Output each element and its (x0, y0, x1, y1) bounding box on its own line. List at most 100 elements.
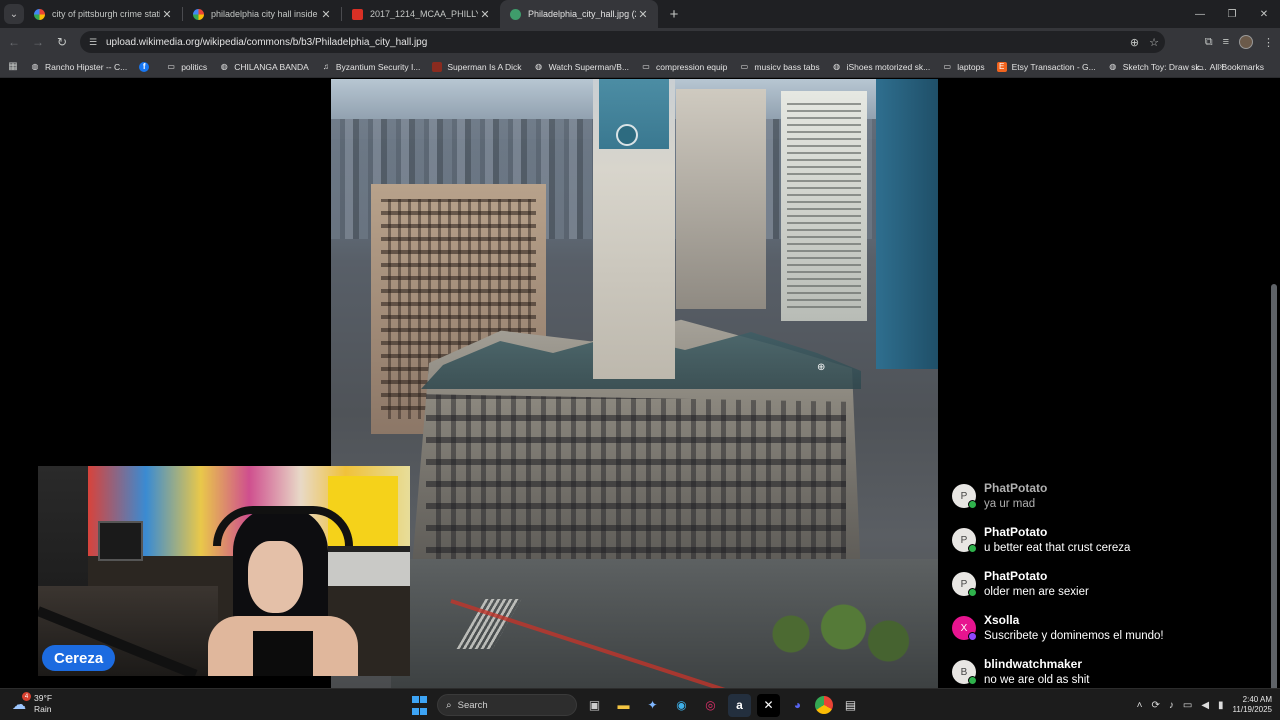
bookmark-item[interactable]: ♫ Byzantium Security I... (315, 62, 427, 72)
bookmark-item[interactable]: Superman Is A Dick (426, 61, 527, 72)
extensions-icon[interactable]: ⧉ (1205, 36, 1213, 49)
zoom-icon[interactable]: ⊕ (1130, 36, 1139, 49)
clock-date: 11/19/2025 (1232, 705, 1272, 714)
window-controls: — ❐ ✕ (1184, 0, 1280, 28)
chat-username: blindwatchmaker (984, 657, 1083, 671)
verified-badge-icon (968, 676, 977, 685)
bookmark-item[interactable]: E Etsy Transaction - G... (991, 61, 1102, 72)
tab-title: philadelphia city hall inside phi (211, 9, 319, 19)
site-info-icon[interactable]: ☰ (86, 35, 100, 49)
globe-icon: ◍ (833, 62, 841, 71)
bookmark-label: CHILANGA BANDA (234, 61, 309, 72)
bookmark-item[interactable]: f (133, 61, 160, 72)
photo-building (676, 89, 766, 309)
bookmark-label: laptops (957, 61, 985, 72)
edge-icon[interactable]: ◉ (670, 694, 693, 717)
menu-kebab-icon[interactable]: ⋮ (1263, 36, 1274, 49)
chat-text: no we are old as shit (984, 674, 1090, 686)
chat-username: PhatPotato (984, 525, 1048, 539)
tab-title: city of pittsburgh crime statisti (52, 9, 160, 19)
globe-icon: ◍ (535, 62, 543, 71)
bookmark-label: Superman Is A Dick (447, 61, 522, 72)
tab-title: 2017_1214_MCAA_PHILLY_CITY (370, 9, 478, 19)
close-window-icon[interactable]: ✕ (1248, 0, 1280, 28)
tab-mcaa-pdf[interactable]: 2017_1214_MCAA_PHILLY_CITY ✕ (342, 0, 500, 28)
apps-grid-icon[interactable]: ▦ (2, 61, 24, 72)
sync-icon[interactable]: ⟳ (1151, 700, 1159, 711)
chat-message: P PhatPotato ya ur mad (950, 481, 1250, 525)
bookmark-item[interactable]: ◍ Watch Superman/B... (528, 62, 635, 72)
tab-search-button[interactable]: ⌄ (4, 4, 24, 24)
bookmark-star-icon[interactable]: ☆ (1149, 36, 1159, 49)
media-controls-icon[interactable]: ≡ (1223, 36, 1229, 48)
search-icon: ⌕ (446, 699, 452, 711)
chat-text: older men are sexier (984, 586, 1089, 598)
bookmark-folder[interactable]: ▭ musicv bass tabs (733, 62, 825, 72)
search-placeholder: Search (457, 699, 488, 711)
verified-badge-icon (968, 544, 977, 553)
page-scrollbar[interactable] (1271, 284, 1277, 688)
chevron-up-icon[interactable]: ˄ (1137, 700, 1143, 711)
bookmark-label: Etsy Transaction - G... (1011, 61, 1096, 72)
weather-temperature: 39°F (34, 693, 53, 703)
weather-widget[interactable]: ☁ 4 39°F Rain (10, 692, 53, 715)
instagram-icon[interactable]: ◎ (699, 694, 722, 717)
bookmark-item[interactable]: ◍ Rancho Hipster -- C... (24, 62, 133, 72)
streamer-top (253, 631, 313, 676)
tab-philadelphia-image[interactable]: Philadelphia_city_hall.jpg (2632 ✕ (500, 0, 658, 28)
chrome-icon[interactable] (815, 696, 833, 714)
globe-icon: ◍ (31, 62, 39, 71)
bookmark-label: iShoes motorized sk... (846, 61, 931, 72)
streamer-nametag: Cereza (42, 645, 116, 671)
bookmark-item[interactable]: ◍ iShoes motorized sk... (826, 62, 937, 72)
all-bookmarks-button[interactable]: ▭ All Bookmarks (1189, 56, 1270, 78)
reload-icon[interactable]: ↻ (50, 30, 74, 54)
notification-badge: 4 (22, 692, 31, 701)
bookmark-folder[interactable]: ▭ laptops (936, 62, 990, 72)
etsy-icon: E (996, 61, 1007, 72)
back-arrow-icon[interactable]: ← (2, 30, 26, 54)
task-view-icon[interactable]: ▣ (583, 694, 606, 717)
google-icon (34, 8, 45, 20)
forward-arrow-icon[interactable]: → (26, 30, 50, 54)
weather-description: Rain (34, 704, 52, 714)
volume-icon[interactable]: ◀ (1201, 700, 1209, 711)
address-bar[interactable]: ☰ upload.wikimedia.org/wikipedia/commons… (80, 31, 1165, 53)
copilot-icon[interactable]: ✦ (641, 694, 664, 717)
minimize-icon[interactable]: — (1184, 0, 1216, 28)
discord-icon[interactable]: ◕ (786, 694, 809, 717)
bookmark-folder[interactable]: ▭ politics (160, 62, 213, 72)
restore-icon[interactable]: ❐ (1216, 0, 1248, 28)
close-icon[interactable]: ✕ (319, 8, 333, 21)
url-text[interactable]: upload.wikimedia.org/wikipedia/commons/b… (106, 37, 427, 48)
bookmark-label: politics (181, 61, 208, 72)
avatar-initial: P (960, 578, 968, 590)
tab-philadelphia-city-hall[interactable]: philadelphia city hall inside phi ✕ (183, 0, 341, 28)
close-icon[interactable]: ✕ (160, 8, 174, 21)
globe-icon: ◍ (220, 62, 228, 71)
bookmark-item[interactable]: ◍ CHILANGA BANDA (213, 62, 315, 72)
profile-avatar[interactable] (1239, 35, 1253, 49)
x-icon[interactable]: ✕ (757, 693, 780, 717)
folder-icon: ▭ (167, 62, 175, 71)
close-icon[interactable]: ✕ (636, 8, 650, 21)
bookmark-folder[interactable]: ▭ compression equip (635, 62, 733, 72)
file-explorer-icon[interactable]: ▬ (612, 694, 635, 717)
microphone-icon[interactable]: ♪ (1169, 700, 1174, 711)
bookmark-label: Watch Superman/B... (548, 61, 630, 72)
city-hall-photo[interactable]: ⊕ (331, 79, 938, 688)
obs-icon[interactable]: ▤ (839, 694, 862, 717)
amazon-icon[interactable]: a (728, 693, 751, 717)
system-clock[interactable]: 2:40 AM 11/19/2025 (1233, 695, 1272, 715)
windows-start-icon[interactable] (408, 694, 431, 717)
taskbar-search[interactable]: ⌕ Search (437, 694, 577, 716)
tab-pittsburgh-crime[interactable]: city of pittsburgh crime statisti ✕ (24, 0, 182, 28)
network-icon[interactable]: ▭ (1183, 700, 1192, 711)
streamer-face (248, 541, 303, 613)
battery-icon[interactable]: ▮ (1218, 700, 1224, 711)
photo-windows (787, 103, 861, 313)
system-tray: ˄ ⟳ ♪ ▭ ◀ ▮ 2:40 AM 11/19/2025 (1137, 693, 1272, 717)
chat-text: u better eat that crust cereza (984, 542, 1131, 554)
new-tab-button[interactable]: + (662, 6, 686, 23)
close-icon[interactable]: ✕ (478, 8, 492, 21)
